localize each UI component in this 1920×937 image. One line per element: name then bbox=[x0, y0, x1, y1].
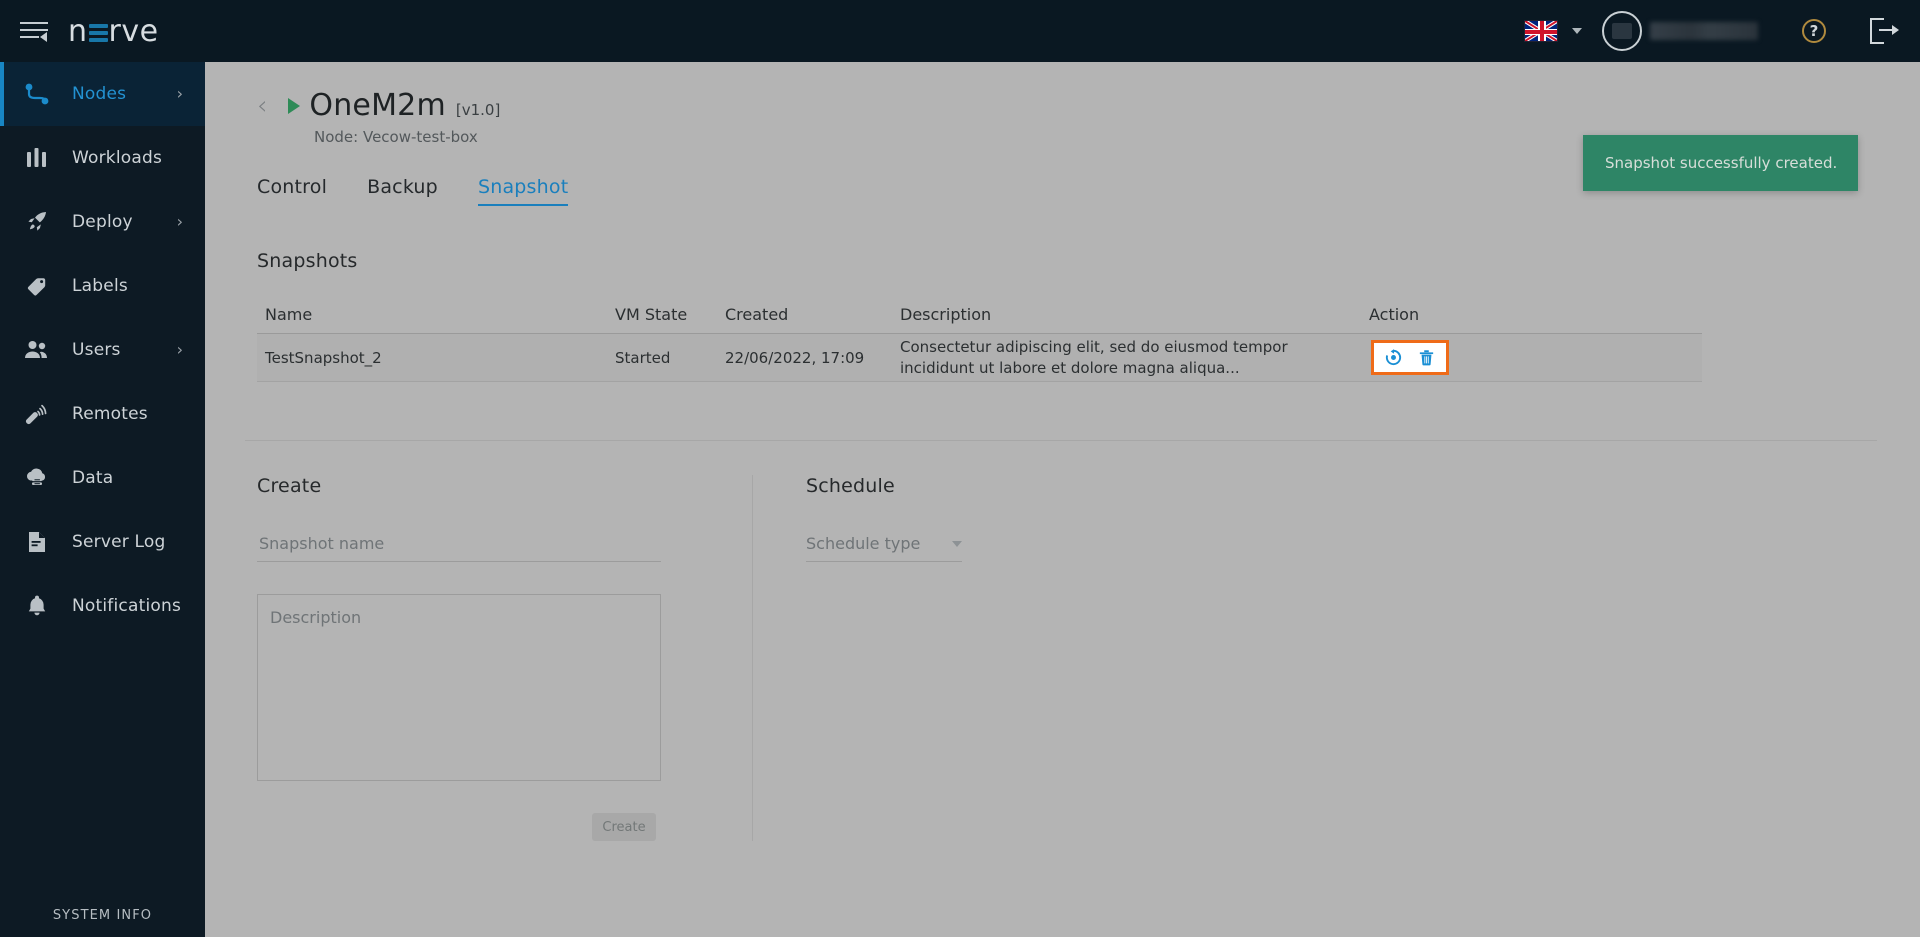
sidebar-item-label: Data bbox=[72, 468, 114, 488]
logo-e-glyph bbox=[88, 22, 108, 44]
user-name-label bbox=[1650, 22, 1758, 40]
sidebar-item-server-log[interactable]: Server Log bbox=[0, 510, 205, 574]
sidebar-item-label: Server Log bbox=[72, 532, 166, 552]
table-row[interactable]: TestSnapshot_2 Started 22/06/2022, 17:09… bbox=[257, 334, 1702, 382]
table-header-row: Name VM State Created Description Action bbox=[257, 296, 1702, 334]
action-buttons-group bbox=[1371, 340, 1449, 375]
avatar[interactable] bbox=[1602, 11, 1642, 51]
sidebar-item-workloads[interactable]: Workloads bbox=[0, 126, 205, 190]
system-info-label[interactable]: SYSTEM INFO bbox=[0, 908, 205, 923]
column-header-action: Action bbox=[1369, 305, 1420, 324]
cell-description: Consectetur adipiscing elit, sed do eius… bbox=[900, 338, 1288, 377]
create-button[interactable]: Create bbox=[592, 813, 656, 841]
snapshots-section-title: Snapshots bbox=[257, 250, 358, 272]
sidebar-item-nodes[interactable]: Nodes › bbox=[0, 62, 205, 126]
snapshot-description-input[interactable] bbox=[257, 594, 661, 781]
create-form-title: Create bbox=[257, 475, 322, 497]
forms-area: Create Create Schedule Schedule type bbox=[205, 475, 1920, 841]
snapshot-name-input[interactable] bbox=[257, 534, 661, 562]
sidebar-item-label: Nodes bbox=[72, 84, 127, 104]
column-header-name: Name bbox=[265, 305, 313, 324]
page-header: ‹ OneM2m [v1.0] Node: Vecow-test-box bbox=[205, 62, 1920, 146]
deploy-rocket-icon bbox=[22, 208, 52, 236]
language-flag-icon[interactable] bbox=[1524, 20, 1558, 42]
tab-backup[interactable]: Backup bbox=[367, 176, 438, 206]
logo-text-left: n bbox=[68, 13, 88, 49]
restore-icon[interactable] bbox=[1384, 348, 1403, 367]
column-header-created: Created bbox=[725, 305, 789, 324]
app-logo: n rve bbox=[68, 13, 159, 49]
chevron-right-icon: › bbox=[176, 84, 183, 103]
schedule-form-title: Schedule bbox=[806, 475, 895, 497]
header-actions: ? bbox=[1524, 0, 1920, 62]
section-divider bbox=[245, 440, 1877, 441]
sidebar-item-labels[interactable]: Labels bbox=[0, 254, 205, 318]
nodes-icon bbox=[22, 80, 52, 108]
labels-tag-icon bbox=[22, 272, 52, 300]
toast-message: Snapshot successfully created. bbox=[1605, 154, 1838, 172]
sidebar-item-deploy[interactable]: Deploy › bbox=[0, 190, 205, 254]
page-title: OneM2m bbox=[309, 88, 446, 123]
snapshots-table: Name VM State Created Description Action… bbox=[257, 296, 1702, 382]
users-icon bbox=[22, 336, 52, 364]
bell-icon bbox=[22, 592, 52, 620]
schedule-form: Schedule Schedule type bbox=[753, 475, 962, 841]
sidebar-item-notifications[interactable]: Notifications bbox=[0, 574, 205, 638]
sidebar-item-label: Remotes bbox=[72, 404, 148, 424]
page-version: [v1.0] bbox=[455, 100, 501, 119]
back-button[interactable]: ‹ bbox=[257, 93, 267, 119]
cell-vm-state: Started bbox=[615, 348, 671, 367]
play-triangle-icon bbox=[288, 97, 301, 114]
sidebar-item-label: Deploy bbox=[72, 212, 133, 232]
cell-created: 22/06/2022, 17:09 bbox=[725, 348, 865, 367]
schedule-type-placeholder: Schedule type bbox=[806, 534, 921, 553]
cell-action bbox=[1365, 340, 1485, 375]
sidebar-item-label: Notifications bbox=[72, 596, 181, 616]
title-row: ‹ OneM2m [v1.0] bbox=[257, 88, 1920, 123]
toast-notification: Snapshot successfully created. bbox=[1583, 135, 1858, 191]
create-form: Create Create bbox=[205, 475, 752, 841]
server-log-icon bbox=[22, 528, 52, 556]
logout-icon[interactable] bbox=[1870, 18, 1899, 44]
sidebar-item-label: Users bbox=[72, 340, 121, 360]
sidebar-item-data[interactable]: Data bbox=[0, 446, 205, 510]
schedule-type-select[interactable]: Schedule type bbox=[806, 534, 962, 562]
sidebar-item-users[interactable]: Users › bbox=[0, 318, 205, 382]
top-header-bar: n rve ? bbox=[0, 0, 1920, 62]
column-header-description: Description bbox=[900, 304, 992, 324]
sidebar: Nodes › Workloads Deploy › Labels Users … bbox=[0, 62, 205, 937]
cell-name: TestSnapshot_2 bbox=[265, 348, 382, 367]
chevron-down-icon bbox=[952, 540, 962, 547]
language-chevron-down-icon[interactable] bbox=[1572, 28, 1582, 34]
column-header-vm-state: VM State bbox=[615, 305, 688, 324]
tab-control[interactable]: Control bbox=[257, 176, 327, 206]
sidebar-item-remotes[interactable]: Remotes bbox=[0, 382, 205, 446]
sidebar-item-label: Labels bbox=[72, 276, 128, 296]
delete-trash-icon[interactable] bbox=[1417, 348, 1436, 367]
logo-text-right: rve bbox=[108, 13, 159, 49]
data-cloud-icon bbox=[22, 464, 52, 492]
hamburger-collapse-icon[interactable] bbox=[18, 16, 52, 46]
tab-snapshot[interactable]: Snapshot bbox=[477, 176, 569, 206]
help-icon[interactable]: ? bbox=[1802, 19, 1826, 43]
main-content: Snapshot successfully created. ‹ OneM2m … bbox=[205, 62, 1920, 937]
remotes-icon bbox=[22, 400, 52, 428]
sidebar-item-label: Workloads bbox=[72, 148, 163, 168]
workloads-icon bbox=[22, 144, 52, 172]
chevron-right-icon: › bbox=[176, 212, 183, 231]
chevron-right-icon: › bbox=[176, 340, 183, 359]
